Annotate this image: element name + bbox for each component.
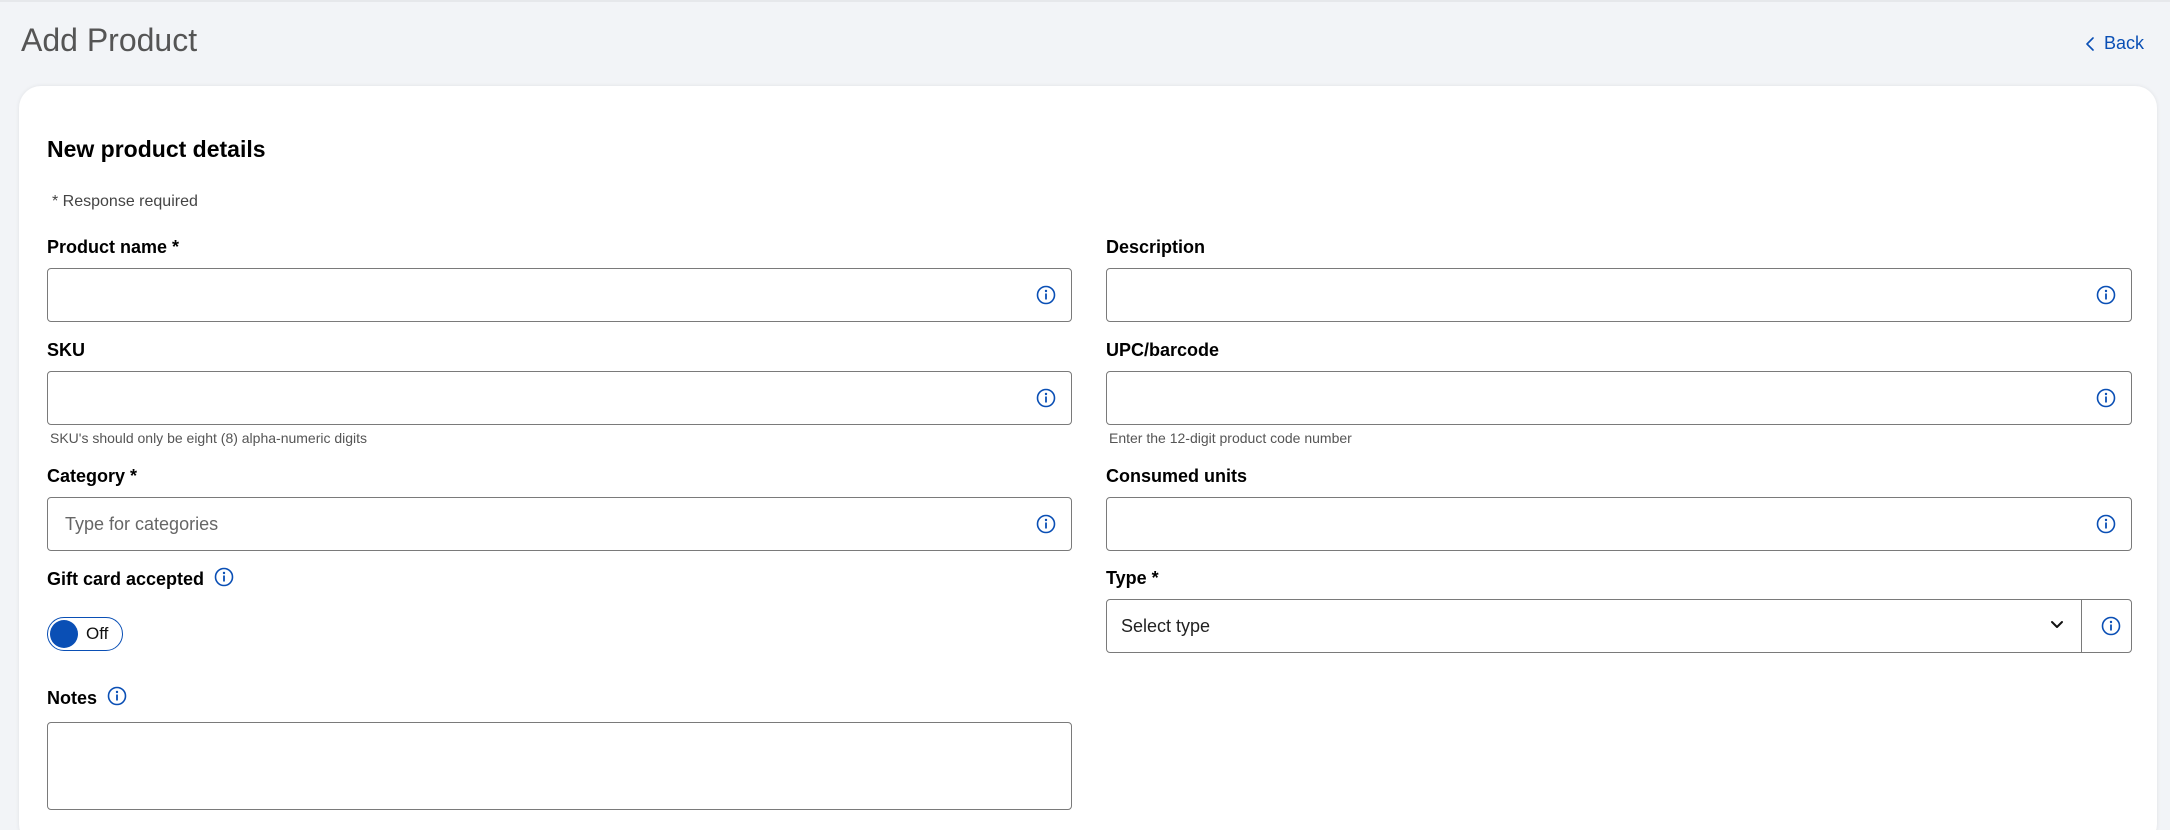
upc-input[interactable] xyxy=(1107,372,2071,424)
sku-label-text: SKU xyxy=(47,340,86,360)
category-label: Category * xyxy=(47,466,137,487)
chevron-down-icon xyxy=(2051,621,2063,628)
sku-label: SKU xyxy=(47,340,85,361)
back-link-label[interactable]: Back xyxy=(2104,33,2144,54)
info-icon[interactable] xyxy=(2096,388,2116,408)
sku-input[interactable] xyxy=(48,372,1011,424)
category-label-text: Category * xyxy=(47,466,138,486)
page-title: Add Product xyxy=(21,22,198,58)
info-icon[interactable] xyxy=(1036,514,1056,534)
type-label-text: Type * xyxy=(1106,568,1159,588)
info-icon[interactable] xyxy=(107,686,127,706)
upc-label: UPC/barcode xyxy=(1106,340,1219,361)
consumed-units-input[interactable] xyxy=(1107,498,2071,550)
upc-label-text: UPC/barcode xyxy=(1106,340,1220,360)
chevron-left-icon xyxy=(2086,36,2094,51)
category-field[interactable] xyxy=(47,497,1072,551)
type-select[interactable]: Select type xyxy=(1106,599,2132,653)
info-icon[interactable] xyxy=(2096,285,2116,305)
notes-field[interactable] xyxy=(47,722,1072,810)
sku-field[interactable] xyxy=(47,371,1072,425)
back-link[interactable]: Back xyxy=(2086,33,2144,54)
info-icon[interactable] xyxy=(1036,388,1056,408)
gift-card-toggle[interactable]: Off xyxy=(47,617,123,651)
upc-field[interactable] xyxy=(1106,371,2132,425)
product-details-card: New product details * Response required … xyxy=(19,86,2157,830)
consumed-units-label: Consumed units xyxy=(1106,466,1247,487)
notes-label-text: Notes xyxy=(47,688,98,708)
info-icon[interactable] xyxy=(214,567,234,587)
info-icon[interactable] xyxy=(2096,514,2116,534)
description-field[interactable] xyxy=(1106,268,2132,322)
required-note: * Response required xyxy=(52,193,198,210)
description-label: Description xyxy=(1106,237,1205,258)
description-label-text: Description xyxy=(1106,237,1206,257)
select-divider xyxy=(2081,599,2082,653)
toggle-knob xyxy=(50,620,78,648)
consumed-units-label-text: Consumed units xyxy=(1106,466,1248,486)
consumed-units-field[interactable] xyxy=(1106,497,2132,551)
upc-helper-text: Enter the 12-digit product code number xyxy=(1109,430,1352,446)
description-input[interactable] xyxy=(1107,269,2071,321)
add-product-page: Add Product Back New product details * R… xyxy=(0,0,2170,830)
category-input[interactable] xyxy=(48,498,1011,550)
product-name-label-text: Product name * xyxy=(47,237,180,257)
type-label: Type * xyxy=(1106,568,1159,589)
info-icon[interactable] xyxy=(2101,616,2121,636)
notes-label: Notes xyxy=(47,686,127,709)
product-name-label: Product name * xyxy=(47,237,179,258)
gift-card-label-text: Gift card accepted xyxy=(47,569,205,589)
section-title: New product details xyxy=(47,136,266,162)
toggle-state-text: Off xyxy=(86,624,109,643)
sku-helper-text: SKU's should only be eight (8) alpha-num… xyxy=(50,430,368,446)
product-name-field[interactable] xyxy=(47,268,1072,322)
info-icon[interactable] xyxy=(1036,285,1056,305)
gift-card-label: Gift card accepted xyxy=(47,567,234,590)
top-divider xyxy=(0,0,2170,2)
product-name-input[interactable] xyxy=(48,269,1011,321)
notes-textarea[interactable] xyxy=(48,723,1071,809)
type-select-value: Select type xyxy=(1121,616,1211,636)
